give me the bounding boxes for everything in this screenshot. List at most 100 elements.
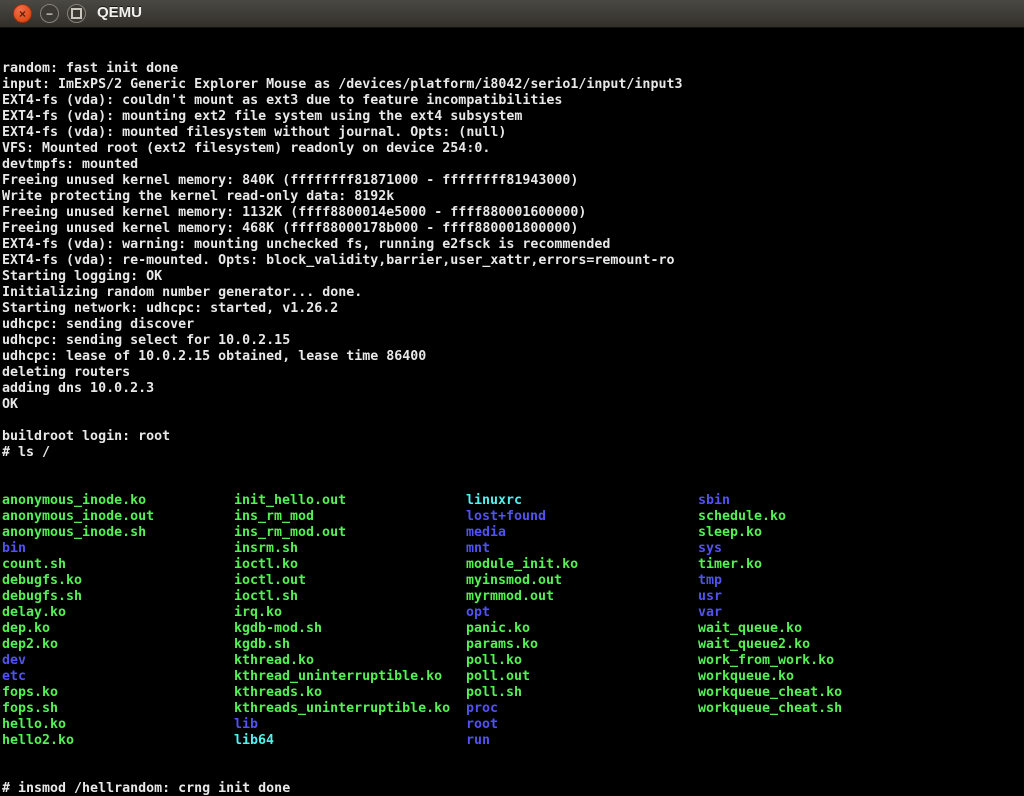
ls-entry: dep2.ko [2,637,234,653]
ls-entry: params.ko [466,637,698,653]
terminal-line: devtmpfs: mounted [2,157,1024,173]
ls-column: anonymous_inode.koanonymous_inode.outano… [2,493,234,749]
window-title: QEMU [97,4,142,21]
ls-entry: delay.ko [2,605,234,621]
terminal-line: Freeing unused kernel memory: 840K (ffff… [2,173,1024,189]
ls-entry: sleep.ko [698,525,930,541]
terminal-line: EXT4-fs (vda): mounted filesystem withou… [2,125,1024,141]
ls-entry: ins_rm_mod [234,509,466,525]
ls-entry: ioctl.sh [234,589,466,605]
minimize-icon: − [46,7,53,21]
ls-entry: poll.sh [466,685,698,701]
terminal-line: EXT4-fs (vda): couldn't mount as ext3 du… [2,93,1024,109]
ls-entry: linuxrc [466,493,698,509]
ls-entry: tmp [698,573,930,589]
ls-column: sbinschedule.kosleep.kosystimer.kotmpusr… [698,493,930,749]
ls-entry: timer.ko [698,557,930,573]
ls-entry: work_from_work.ko [698,653,930,669]
ls-entry: lib64 [234,733,466,749]
ls-column: init_hello.outins_rm_modins_rm_mod.outin… [234,493,466,749]
ls-entry: var [698,605,930,621]
ls-entry: proc [466,701,698,717]
ls-entry: root [466,717,698,733]
minimize-button[interactable]: − [40,4,59,23]
close-button[interactable]: × [13,4,32,23]
ls-entry: poll.out [466,669,698,685]
ls-entry: workqueue.ko [698,669,930,685]
terminal-line: EXT4-fs (vda): warning: mounting uncheck… [2,237,1024,253]
ls-entry: fops.sh [2,701,234,717]
boot-log: random: fast init doneinput: ImExPS/2 Ge… [2,61,1024,461]
terminal-line: Write protecting the kernel read-only da… [2,189,1024,205]
ls-entry: lib [234,717,466,733]
ls-entry: panic.ko [466,621,698,637]
ls-entry: workqueue_cheat.ko [698,685,930,701]
ls-entry: kgdb.sh [234,637,466,653]
terminal-line: # insmod /hellrandom: crng init done [2,781,1024,796]
maximize-button[interactable] [67,4,86,23]
terminal-line: VFS: Mounted root (ext2 filesystem) read… [2,141,1024,157]
terminal-line: udhcpc: lease of 10.0.2.15 obtained, lea… [2,349,1024,365]
ls-entry: myrmmod.out [466,589,698,605]
terminal-line: Starting network: udhcpc: started, v1.26… [2,301,1024,317]
ls-entry: wait_queue.ko [698,621,930,637]
ls-entry: etc [2,669,234,685]
qemu-window: × − QEMU random: fast init doneinput: Im… [0,0,1024,796]
ls-entry: ioctl.ko [234,557,466,573]
terminal-line: # ls / [2,445,1024,461]
ls-entry: workqueue_cheat.sh [698,701,930,717]
ls-entry: kthread_uninterruptible.ko [234,669,466,685]
ls-entry: hello.ko [2,717,234,733]
ls-entry: irq.ko [234,605,466,621]
shell-log: # insmod /hellrandom: crng init done# in… [2,781,1024,796]
ls-entry: anonymous_inode.out [2,509,234,525]
ls-entry: ins_rm_mod.out [234,525,466,541]
terminal-line: Starting logging: OK [2,269,1024,285]
ls-entry: run [466,733,698,749]
maximize-icon [71,8,82,19]
ls-entry: anonymous_inode.sh [2,525,234,541]
ls-entry: lost+found [466,509,698,525]
ls-entry: insrm.sh [234,541,466,557]
terminal-line: input: ImExPS/2 Generic Explorer Mouse a… [2,77,1024,93]
ls-entry: myinsmod.out [466,573,698,589]
ls-entry: kgdb-mod.sh [234,621,466,637]
ls-entry: schedule.ko [698,509,930,525]
terminal-line: OK [2,397,1024,413]
terminal-line: random: fast init done [2,61,1024,77]
ls-column: linuxrclost+foundmediamntmodule_init.kom… [466,493,698,749]
terminal-line: udhcpc: sending select for 10.0.2.15 [2,333,1024,349]
terminal-line: Initializing random number generator... … [2,285,1024,301]
ls-entry: opt [466,605,698,621]
terminal-line: deleting routers [2,365,1024,381]
ls-entry: mnt [466,541,698,557]
ls-entry: kthreads_uninterruptible.ko [234,701,466,717]
ls-entry: bin [2,541,234,557]
ls-entry: debugfs.ko [2,573,234,589]
ls-entry: kthread.ko [234,653,466,669]
terminal-screen[interactable]: random: fast init doneinput: ImExPS/2 Ge… [0,28,1024,796]
terminal-line: EXT4-fs (vda): re-mounted. Opts: block_v… [2,253,1024,269]
ls-entry: wait_queue2.ko [698,637,930,653]
ls-entry: ioctl.out [234,573,466,589]
terminal-line: EXT4-fs (vda): mounting ext2 file system… [2,109,1024,125]
terminal-line: Freeing unused kernel memory: 1132K (fff… [2,205,1024,221]
ls-entry: init_hello.out [234,493,466,509]
terminal-line: Freeing unused kernel memory: 468K (ffff… [2,221,1024,237]
ls-entry: dep.ko [2,621,234,637]
close-icon: × [19,7,26,21]
titlebar: × − QEMU [0,0,1024,28]
terminal-line: udhcpc: sending discover [2,317,1024,333]
terminal-line: adding dns 10.0.2.3 [2,381,1024,397]
terminal-line: buildroot login: root [2,429,1024,445]
ls-entry: kthreads.ko [234,685,466,701]
ls-entry: sbin [698,493,930,509]
ls-entry: usr [698,589,930,605]
terminal-line [2,413,1024,429]
ls-entry: dev [2,653,234,669]
ls-entry: poll.ko [466,653,698,669]
ls-entry: module_init.ko [466,557,698,573]
ls-entry: fops.ko [2,685,234,701]
ls-entry: debugfs.sh [2,589,234,605]
ls-entry: anonymous_inode.ko [2,493,234,509]
